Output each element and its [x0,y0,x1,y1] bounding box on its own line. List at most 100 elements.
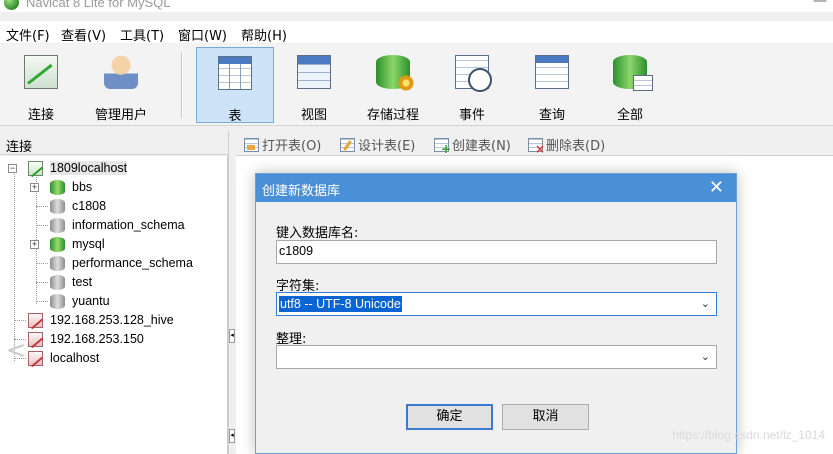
table-icon [218,56,252,90]
tree-node-1809localhost[interactable]: − 1809localhost [8,160,228,178]
all-label: 全部 [616,108,643,123]
tree-node-label: 1809localhost [50,161,128,175]
collapse-icon[interactable]: − [8,164,17,173]
watermark-text: https://blog.csdn.net/lz_1014 [672,428,825,442]
chevron-down-icon[interactable]: ⌄ [701,297,710,310]
dialog-title-bar[interactable]: 创建新数据库 ✕ [256,174,736,202]
tree-node-150-connection[interactable]: 192.168.253.150 [8,331,228,349]
database-icon [50,199,65,214]
minimize-button[interactable]: — [813,0,827,9]
charset-select[interactable]: utf8 -- UTF-8 Unicode ⌄ [276,292,717,316]
connect-label: 连接 [27,108,54,123]
toolbar-separator [181,52,182,118]
expand-icon[interactable]: + [30,183,39,192]
tree-node-performance-schema[interactable]: performance_schema [30,255,220,273]
menu-window[interactable]: 窗口(W) [178,25,227,44]
connection-icon [24,55,58,89]
database-open-icon [50,180,65,195]
view-icon [297,55,331,89]
design-table-button[interactable]: 设计表(E) [340,135,416,154]
tree-node-label: performance_schema [72,256,193,270]
tree-node-label: information_schema [72,218,185,232]
open-table-button[interactable]: 打开表(O) [244,135,322,154]
connection-tree: − 1809localhost + bbs c1808 information_… [0,156,228,454]
views-button[interactable]: 视图 [286,47,342,123]
title-bar: Navicat 8 Lite for MySQL — [0,0,833,12]
delete-table-button[interactable]: 删除表(D) [528,135,606,156]
procedures-button[interactable]: 存储过程 [360,47,426,123]
cancel-button[interactable]: 取消 [502,404,589,430]
manage-users-button[interactable]: 管理用户 [86,47,156,123]
manage-users-label: 管理用户 [94,108,147,123]
tree-node-localhost[interactable]: localhost [8,350,228,368]
tree-node-yuantu[interactable]: yuantu [30,293,220,311]
connection-closed-icon [28,351,43,366]
tree-node-label: localhost [50,351,100,365]
all-button[interactable]: 全部 [604,47,656,123]
tree-node-label: 192.168.253.150 [50,332,144,346]
tree-node-label: bbs [72,180,93,194]
tree-node-mysql[interactable]: + mysql [30,236,220,254]
tree-line [36,206,48,207]
database-open-icon [50,237,65,252]
connect-button[interactable]: 连接 [16,47,66,123]
procedures-label: 存储过程 [366,108,419,123]
create-table-button[interactable]: 创建表(N) [434,135,511,156]
main-toolbar: 连接 管理用户 表 视图 存储过程 事件 查询 全部 [0,44,833,126]
database-icon [50,256,65,271]
connection-closed-icon [28,313,43,328]
database-name-label: 键入数据库名: [276,226,359,241]
tree-node-bbs[interactable]: + bbs [30,179,220,197]
menu-tools[interactable]: 工具(T) [120,25,164,44]
expand-icon[interactable]: + [30,240,39,249]
tree-node-label: test [72,275,93,289]
connection-closed-icon [28,332,43,347]
open-table-label: 打开表(O) [262,139,322,154]
object-toolbar: 打开表(O) 设计表(E) 创建表(N) 删除表(D) [236,131,833,156]
delete-table-icon [528,138,545,156]
database-name-input[interactable]: c1809 [276,240,717,264]
queries-button[interactable]: 查询 [526,47,578,123]
tree-node-label: yuantu [72,294,110,308]
chevron-down-icon[interactable]: ⌄ [701,350,710,363]
queries-label: 查询 [538,108,565,123]
events-button[interactable]: 事件 [446,47,498,123]
open-table-icon [244,138,259,152]
tables-label: 表 [228,109,242,124]
tree-line [14,320,26,321]
menu-view[interactable]: 查看(V) [61,25,106,44]
collapse-left-icon[interactable]: ◂ [229,429,235,443]
ok-button[interactable]: 确定 [406,404,493,430]
design-table-label: 设计表(E) [358,139,416,154]
menu-help[interactable]: 帮助(H) [241,25,287,44]
views-label: 视图 [300,108,327,123]
collation-select[interactable]: ⌄ [276,345,717,369]
close-icon[interactable]: ✕ [709,177,724,198]
query-icon [535,55,569,89]
events-label: 事件 [458,108,485,123]
tree-line [36,301,48,302]
tree-line [36,282,48,283]
connections-header-label: 连接 [6,140,33,155]
database-icon [50,218,65,233]
menu-file[interactable]: 文件(F) [6,25,50,44]
create-database-dialog: 创建新数据库 ✕ 键入数据库名: c1809 字符集: utf8 -- UTF-… [255,173,737,454]
delete-table-label: 删除表(D) [546,139,606,154]
tree-node-label: c1808 [72,199,107,213]
tree-node-label: 192.168.253.128_hive [50,313,174,327]
tables-button[interactable]: 表 [196,47,274,124]
collapse-left-icon[interactable]: ◂ [229,329,235,343]
chevron-left-icon[interactable]: < [6,336,26,364]
tree-node-test[interactable]: test [30,274,220,292]
create-table-label: 创建表(N) [452,139,511,154]
tree-node-c1808[interactable]: c1808 [30,198,220,216]
panel-splitter[interactable]: ◂ ◂ [228,131,236,454]
tree-node-information-schema[interactable]: information_schema [30,217,220,235]
all-objects-icon [613,55,653,91]
design-table-icon [340,138,355,152]
stored-procedure-icon [376,55,414,91]
event-clock-icon [455,55,492,92]
tree-node-hive-connection[interactable]: 192.168.253.128_hive [8,312,228,330]
connections-header: 连接 [0,131,228,155]
window-title: Navicat 8 Lite for MySQL [26,0,171,10]
